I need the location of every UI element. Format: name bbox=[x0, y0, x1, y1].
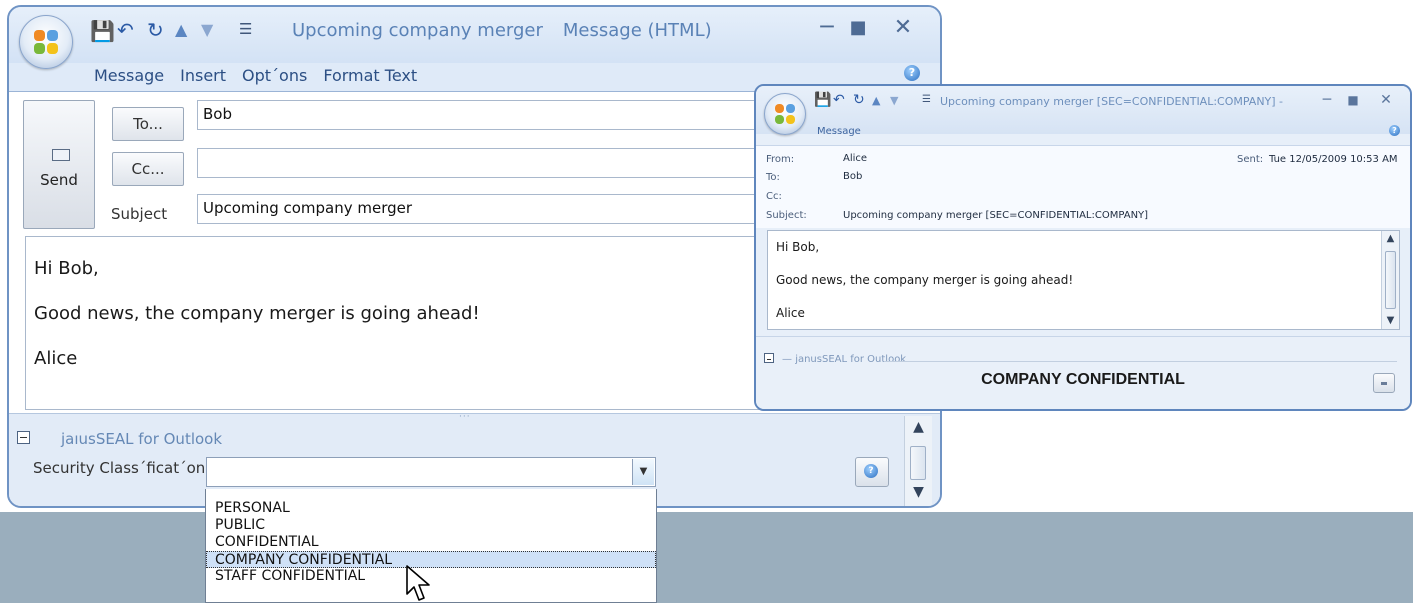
from-label: From: bbox=[766, 154, 795, 165]
button-glyph-icon bbox=[1381, 382, 1387, 385]
undo-icon[interactable]: ↶ bbox=[117, 18, 134, 42]
compose-title-bar: 💾 ↶ ↻ ▲ ▼ ☰ Upcoming company merger Messa… bbox=[9, 7, 940, 85]
to-value[interactable]: Bob bbox=[843, 171, 862, 182]
qat-customize-icon[interactable]: ☰ bbox=[922, 94, 931, 105]
addin-title: — janusSEAL for Outlook bbox=[782, 354, 907, 365]
cc-button[interactable]: Cc... bbox=[112, 152, 184, 186]
scroll-down-icon[interactable]: ▼ bbox=[905, 484, 932, 500]
subject-label: Subject bbox=[111, 205, 168, 223]
redo-icon[interactable]: ↻ bbox=[853, 92, 865, 108]
sent-label: Sent: bbox=[1237, 154, 1264, 165]
classification-dropdown-list: PERSONAL PUBLIC CONFIDENTIAL COMPANY CON… bbox=[205, 489, 657, 603]
close-icon[interactable]: ✕ bbox=[1376, 92, 1396, 108]
tab-insert[interactable]: Insert bbox=[180, 66, 226, 85]
dropdown-option-company-confidential[interactable]: COMPANY CONFIDENTIAL bbox=[206, 551, 656, 568]
splitter-grip[interactable]: ··· bbox=[459, 412, 471, 422]
collapse-icon[interactable] bbox=[17, 431, 30, 444]
send-button-label: Send bbox=[40, 171, 78, 189]
addin-title-text: janusSEAL for Outlook bbox=[795, 354, 907, 365]
tab-message[interactable]: Message bbox=[817, 126, 861, 137]
office-orb-icon[interactable] bbox=[764, 93, 806, 135]
minimize-icon[interactable]: ─ bbox=[1317, 92, 1337, 108]
dropdown-option-personal[interactable]: PERSONAL bbox=[206, 500, 656, 517]
dropdown-option-public[interactable]: PUBLIC bbox=[206, 517, 656, 534]
compose-ribbon-tabs: Message Insert Opt´ons Format Text bbox=[94, 66, 433, 85]
body-line-message: Good news, the company merger is going a… bbox=[776, 273, 1074, 287]
security-classification-select[interactable]: ▼ bbox=[206, 457, 656, 487]
up-arrow-icon[interactable]: ▲ bbox=[872, 94, 880, 107]
body-line-signature: Alice bbox=[776, 306, 805, 320]
compose-title-suffix: Message (HTML) bbox=[562, 20, 712, 41]
redo-icon[interactable]: ↻ bbox=[147, 18, 164, 42]
help-icon[interactable]: ? bbox=[1389, 125, 1400, 136]
tab-format-text[interactable]: Format Text bbox=[323, 66, 417, 85]
qat-customize-icon[interactable]: ☰ bbox=[239, 20, 252, 38]
dropdown-arrow-icon[interactable]: ▼ bbox=[632, 459, 654, 485]
addin-divider bbox=[884, 361, 1397, 362]
undo-icon[interactable]: ↶ bbox=[833, 92, 845, 108]
addin-help-button[interactable]: ? bbox=[855, 457, 889, 487]
tab-options[interactable]: Opt´ons bbox=[242, 66, 307, 85]
collapse-icon[interactable] bbox=[764, 353, 774, 363]
received-message-window: 💾 ↶ ↻ ▲ ▼ ☰ Upcoming company merger [SEC… bbox=[754, 84, 1412, 411]
scroll-up-icon[interactable]: ▲ bbox=[905, 419, 932, 435]
subject-value: Upcoming company merger [SEC=CONFIDENTIA… bbox=[843, 210, 1149, 221]
envelope-icon bbox=[52, 149, 70, 161]
send-button[interactable]: Send bbox=[23, 100, 95, 229]
janusseal-addin-panel: — janusSEAL for Outlook COMPANY CONFIDEN… bbox=[756, 336, 1410, 409]
body-line-greeting: Hi Bob, bbox=[776, 240, 820, 254]
down-arrow-icon[interactable]: ▼ bbox=[890, 94, 898, 107]
cc-label: Cc: bbox=[766, 191, 782, 202]
message-header: From: Alice To: Bob Cc: Subject: Upcomin… bbox=[756, 145, 1410, 228]
security-classification-label: Security Class´ficat´on bbox=[33, 459, 206, 477]
dropdown-option-staff-confidential[interactable]: STAFF CONFIDENTIAL bbox=[206, 568, 656, 585]
classification-value: COMPANY CONFIDENTIAL bbox=[981, 371, 1185, 388]
help-icon[interactable]: ? bbox=[904, 65, 920, 81]
addin-action-button[interactable] bbox=[1373, 373, 1395, 393]
body-scrollbar[interactable]: ▲ ▼ bbox=[1381, 231, 1399, 329]
addin-title: jaıusSEAL for Outlook bbox=[61, 430, 223, 448]
up-arrow-icon[interactable]: ▲ bbox=[175, 20, 187, 39]
addin-scrollbar[interactable]: ▲ ▼ bbox=[904, 416, 932, 506]
save-icon[interactable]: 💾 bbox=[90, 19, 115, 43]
down-arrow-icon[interactable]: ▼ bbox=[201, 20, 213, 39]
to-button[interactable]: To... bbox=[112, 107, 184, 141]
scroll-thumb[interactable] bbox=[910, 446, 926, 480]
office-orb-icon[interactable] bbox=[19, 15, 73, 69]
scroll-down-icon[interactable]: ▼ bbox=[1382, 315, 1399, 326]
received-window-title: Upcoming company merger [SEC=CONFIDENTIA… bbox=[940, 95, 1284, 108]
sent-value: Tue 12/05/2009 10:53 AM bbox=[1269, 154, 1398, 165]
save-icon[interactable]: 💾 bbox=[814, 92, 831, 108]
dropdown-option-confidential[interactable]: CONFIDENTIAL bbox=[206, 534, 656, 551]
help-icon: ? bbox=[864, 464, 878, 478]
compose-window-title: Upcoming company merger Message (HTML) bbox=[292, 20, 712, 41]
scroll-thumb[interactable] bbox=[1385, 251, 1396, 309]
mouse-cursor-icon bbox=[406, 565, 430, 601]
maximize-icon[interactable]: ■ bbox=[1343, 93, 1363, 107]
to-label: To: bbox=[766, 172, 780, 183]
received-message-body[interactable]: Hi Bob, Good news, the company merger is… bbox=[767, 230, 1400, 330]
maximize-icon[interactable]: ■ bbox=[843, 17, 873, 38]
tab-message[interactable]: Message bbox=[94, 66, 164, 85]
compose-title-text: Upcoming company merger bbox=[292, 20, 543, 41]
scroll-up-icon[interactable]: ▲ bbox=[1382, 233, 1399, 244]
minimize-icon[interactable]: ─ bbox=[812, 15, 842, 40]
from-value[interactable]: Alice bbox=[843, 153, 867, 164]
subject-label: Subject: bbox=[766, 210, 807, 221]
close-icon[interactable]: ✕ bbox=[888, 15, 918, 40]
